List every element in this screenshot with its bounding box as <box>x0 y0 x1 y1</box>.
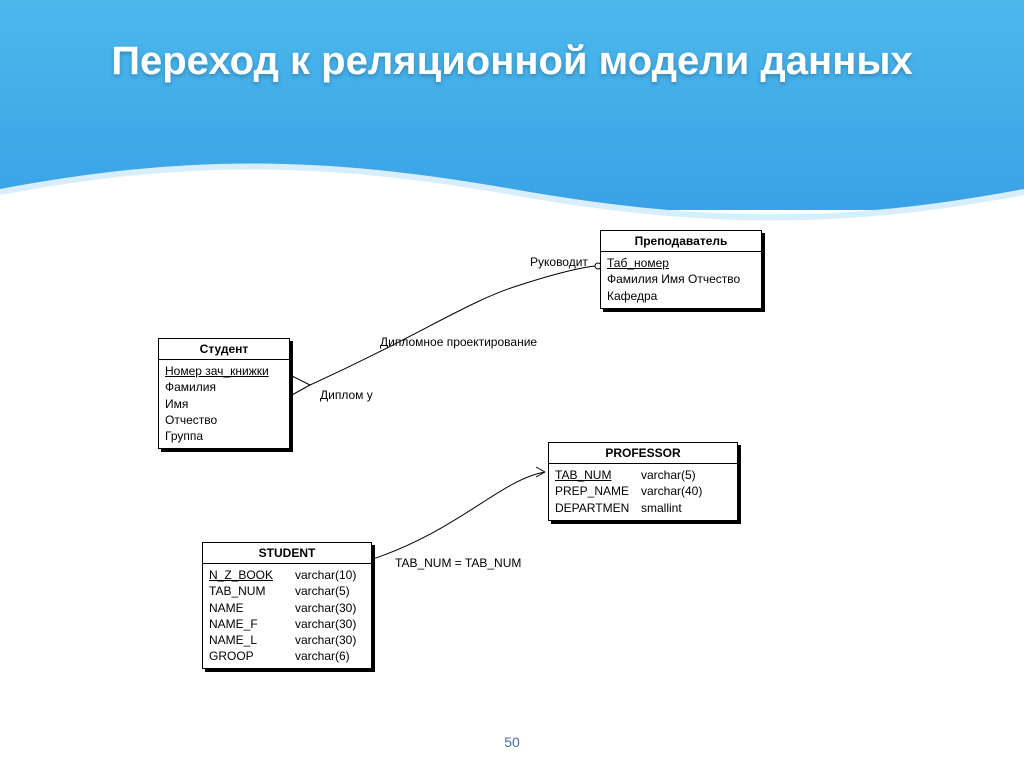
field-row: Группа <box>165 428 283 444</box>
field-row: Номер зач_книжки <box>165 363 283 379</box>
entity-body: Номер зач_книжки Фамилия Имя Отчество Гр… <box>159 360 289 448</box>
label-diploma-project: Дипломное проектирование <box>380 335 537 349</box>
field-row: TAB_NUM varchar(5) <box>209 583 365 599</box>
field-row: NAME varchar(30) <box>209 600 365 616</box>
field-row: Кафедра <box>607 288 755 304</box>
label-supervises: Руководит <box>530 255 588 269</box>
label-diploma-at: Диплом у <box>320 388 373 402</box>
connectors <box>0 0 1024 768</box>
field-row: TAB_NUM varchar(5) <box>555 467 731 483</box>
entity-teacher: Преподаватель Таб_номер Фамилия Имя Отче… <box>600 230 762 309</box>
field-row: PREP_NAME varchar(40) <box>555 483 731 499</box>
entity-title: PROFESSOR <box>549 443 737 464</box>
field-row: Имя <box>165 396 283 412</box>
entity-body: TAB_NUM varchar(5) PREP_NAME varchar(40)… <box>549 464 737 520</box>
entity-student-table: STUDENT N_Z_BOOK varchar(10) TAB_NUM var… <box>202 542 372 669</box>
field-row: GROOP varchar(6) <box>209 648 365 664</box>
page-number: 50 <box>0 734 1024 750</box>
entity-title: STUDENT <box>203 543 371 564</box>
entity-title: Преподаватель <box>601 231 761 252</box>
slide: Переход к реляционной модели данных Преп… <box>0 0 1024 768</box>
field-row: Фамилия Имя Отчество <box>607 271 755 287</box>
field-row: NAME_L varchar(30) <box>209 632 365 648</box>
field-row: Фамилия <box>165 379 283 395</box>
entity-title: Студент <box>159 339 289 360</box>
field-row: N_Z_BOOK varchar(10) <box>209 567 365 583</box>
field-row: Таб_номер <box>607 255 755 271</box>
field-row: DEPARTMEN smallint <box>555 500 731 516</box>
diagram-canvas: Преподаватель Таб_номер Фамилия Имя Отче… <box>0 0 1024 768</box>
field-row: Отчество <box>165 412 283 428</box>
entity-body: N_Z_BOOK varchar(10) TAB_NUM varchar(5) … <box>203 564 371 668</box>
label-tab-join: TAB_NUM = TAB_NUM <box>395 556 521 570</box>
entity-professor-table: PROFESSOR TAB_NUM varchar(5) PREP_NAME v… <box>548 442 738 521</box>
field-row: NAME_F varchar(30) <box>209 616 365 632</box>
entity-student: Студент Номер зач_книжки Фамилия Имя Отч… <box>158 338 290 449</box>
entity-body: Таб_номер Фамилия Имя Отчество Кафедра <box>601 252 761 308</box>
